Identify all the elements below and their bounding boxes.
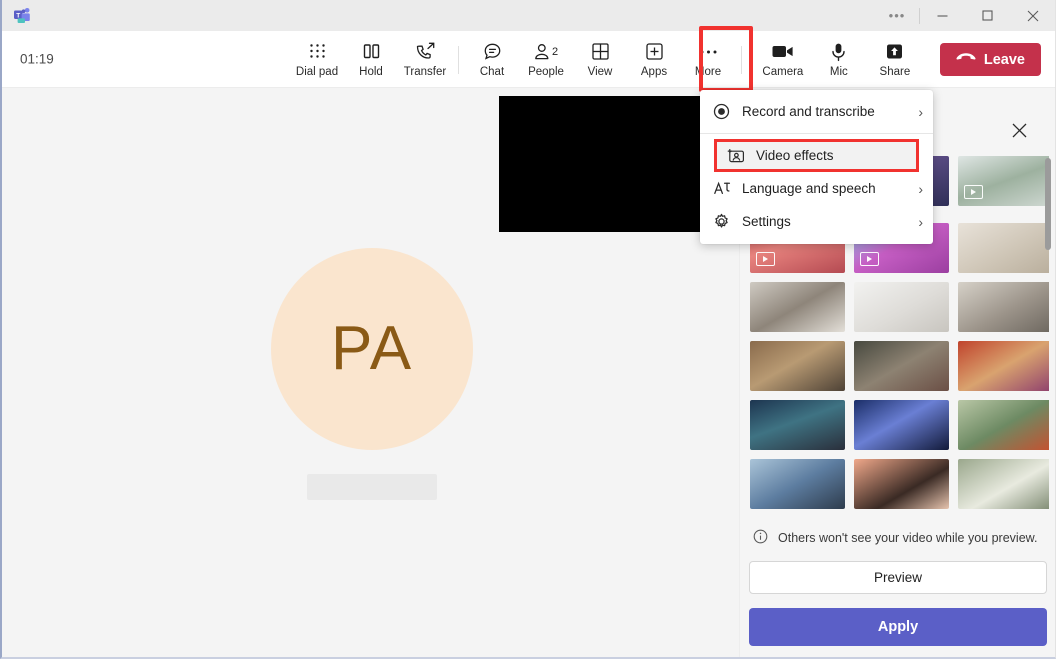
participant-name-placeholder (307, 473, 437, 500)
effect-thumbnail-alien-planet-landscape[interactable] (750, 400, 845, 450)
camera-icon (772, 41, 794, 63)
teams-logo-icon: T (12, 5, 34, 27)
share-label: Share (879, 65, 911, 78)
camera-label: Camera (762, 65, 804, 78)
video-effects-footer: Others won't see your video while you pr… (740, 517, 1055, 657)
apply-button[interactable]: Apply (749, 608, 1047, 646)
apps-button[interactable]: Apps (627, 35, 681, 85)
mic-label: Mic (829, 65, 848, 78)
ellipsis-icon (699, 41, 718, 63)
menu-divider (700, 133, 933, 134)
video-effects-scrollbar-thumb[interactable] (1045, 158, 1051, 250)
more-button[interactable]: More (681, 35, 735, 85)
preview-button[interactable]: Preview (749, 561, 1047, 594)
effect-thumbnail-wood-loft-room[interactable] (958, 223, 1049, 273)
minimize-button[interactable] (920, 0, 965, 31)
language-icon (712, 180, 731, 197)
share-button[interactable]: Share (868, 35, 922, 85)
menu-item-record-and-transcribe[interactable]: Record and transcribe › (700, 95, 933, 128)
transfer-label: Transfer (403, 65, 447, 78)
person-icon: 2 (534, 41, 558, 63)
effect-thumbnail-peach-arch-partial[interactable] (854, 459, 949, 509)
transfer-button[interactable]: Transfer (398, 35, 452, 85)
hold-button[interactable]: Hold (344, 35, 398, 85)
record-circle-icon (712, 103, 731, 120)
dialpad-button[interactable]: Dial pad (290, 35, 344, 85)
effect-thumbnail-white-arch-room[interactable] (854, 282, 949, 332)
apps-label: Apps (640, 65, 668, 78)
svg-text:T: T (16, 12, 20, 19)
view-button[interactable]: View (573, 35, 627, 85)
effect-thumbnail-olive-curve-partial[interactable] (958, 459, 1049, 509)
self-participant-tile: PA (2, 88, 742, 659)
window-titlebar: T ••• (2, 0, 1055, 31)
chevron-right-icon: › (918, 103, 923, 120)
chevron-right-icon: › (918, 213, 923, 230)
microphone-icon (831, 41, 846, 63)
video-loop-badge-icon (964, 185, 983, 199)
grid-layout-icon (591, 41, 610, 63)
chevron-right-icon: › (918, 180, 923, 197)
pause-icon (362, 41, 381, 63)
call-toolbar: 01:19 Dial pad Hold Transfer Chat 2 Peop… (2, 31, 1055, 88)
close-button[interactable] (1010, 0, 1055, 31)
effect-thumbnail-glass-patio-lounge[interactable] (854, 341, 949, 391)
toolbar-group-divider-2 (741, 45, 742, 74)
camera-button[interactable]: Camera (756, 35, 810, 85)
effect-thumbnail-snow-forest-video[interactable] (958, 156, 1049, 206)
gear-icon (712, 213, 731, 230)
close-icon[interactable] (1005, 116, 1033, 144)
more-options-menu: Record and transcribe › Video effects La… (700, 90, 933, 244)
share-screen-icon (885, 41, 904, 63)
plus-square-icon (645, 41, 664, 63)
toolbar-center-group: Dial pad Hold Transfer Chat 2 People Vie… (290, 31, 748, 88)
effect-thumbnail-space-warp-rover[interactable] (854, 400, 949, 450)
dialpad-label: Dial pad (295, 65, 339, 78)
chat-label: Chat (479, 65, 505, 78)
info-icon (753, 529, 768, 547)
menu-item-label: Language and speech (742, 181, 876, 196)
dialpad-icon (309, 41, 326, 63)
call-transfer-icon (415, 41, 436, 63)
video-loop-badge-icon (756, 252, 775, 266)
titlebar-overflow-icon[interactable]: ••• (875, 0, 919, 31)
toolbar-group-divider (458, 45, 459, 74)
video-loop-badge-icon (860, 252, 879, 266)
chat-bubble-icon (483, 41, 502, 63)
effect-thumbnail-warm-dining-room[interactable] (750, 341, 845, 391)
effect-thumbnail-grey-living-room[interactable] (958, 282, 1049, 332)
menu-item-label: Settings (742, 214, 791, 229)
hold-label: Hold (359, 65, 383, 78)
teams-call-window: T ••• 01:19 Dial pad Hold Transfer Chat … (0, 0, 1056, 659)
maximize-button[interactable] (965, 0, 1010, 31)
chat-button[interactable]: Chat (465, 35, 519, 85)
video-effects-scrollbar[interactable] (1045, 156, 1051, 517)
toolbar-right-group: Camera Mic Share Leave (756, 31, 1041, 88)
people-label: People (528, 65, 564, 78)
avatar: PA (271, 247, 473, 450)
people-count-badge: 2 (551, 45, 559, 58)
mic-button[interactable]: Mic (812, 35, 866, 85)
menu-item-video-effects[interactable]: Video effects (714, 139, 919, 172)
effect-thumbnail-blue-abstract-sculpture[interactable] (750, 459, 845, 509)
effect-thumbnail-red-terrace-room[interactable] (958, 341, 1049, 391)
preview-note: Others won't see your video while you pr… (749, 517, 1046, 561)
more-label: More (694, 65, 722, 78)
menu-item-settings[interactable]: Settings › (700, 205, 933, 238)
effect-thumbnail-green-archway-corridor[interactable] (958, 400, 1049, 450)
hangup-icon (956, 52, 976, 68)
video-effects-icon (726, 148, 745, 164)
menu-item-label: Record and transcribe (742, 104, 875, 119)
menu-item-video-effects-wrap: Video effects (714, 139, 919, 172)
view-label: View (587, 65, 613, 78)
people-button[interactable]: 2 People (519, 35, 573, 85)
leave-label: Leave (983, 51, 1025, 68)
call-timer: 01:19 (20, 51, 54, 67)
menu-item-label: Video effects (756, 148, 834, 163)
leave-button[interactable]: Leave (939, 43, 1041, 76)
effect-thumbnail-modern-lounge-windows[interactable] (750, 282, 845, 332)
menu-item-language-and-speech[interactable]: Language and speech › (700, 172, 933, 205)
preview-note-text: Others won't see your video while you pr… (778, 531, 1038, 545)
